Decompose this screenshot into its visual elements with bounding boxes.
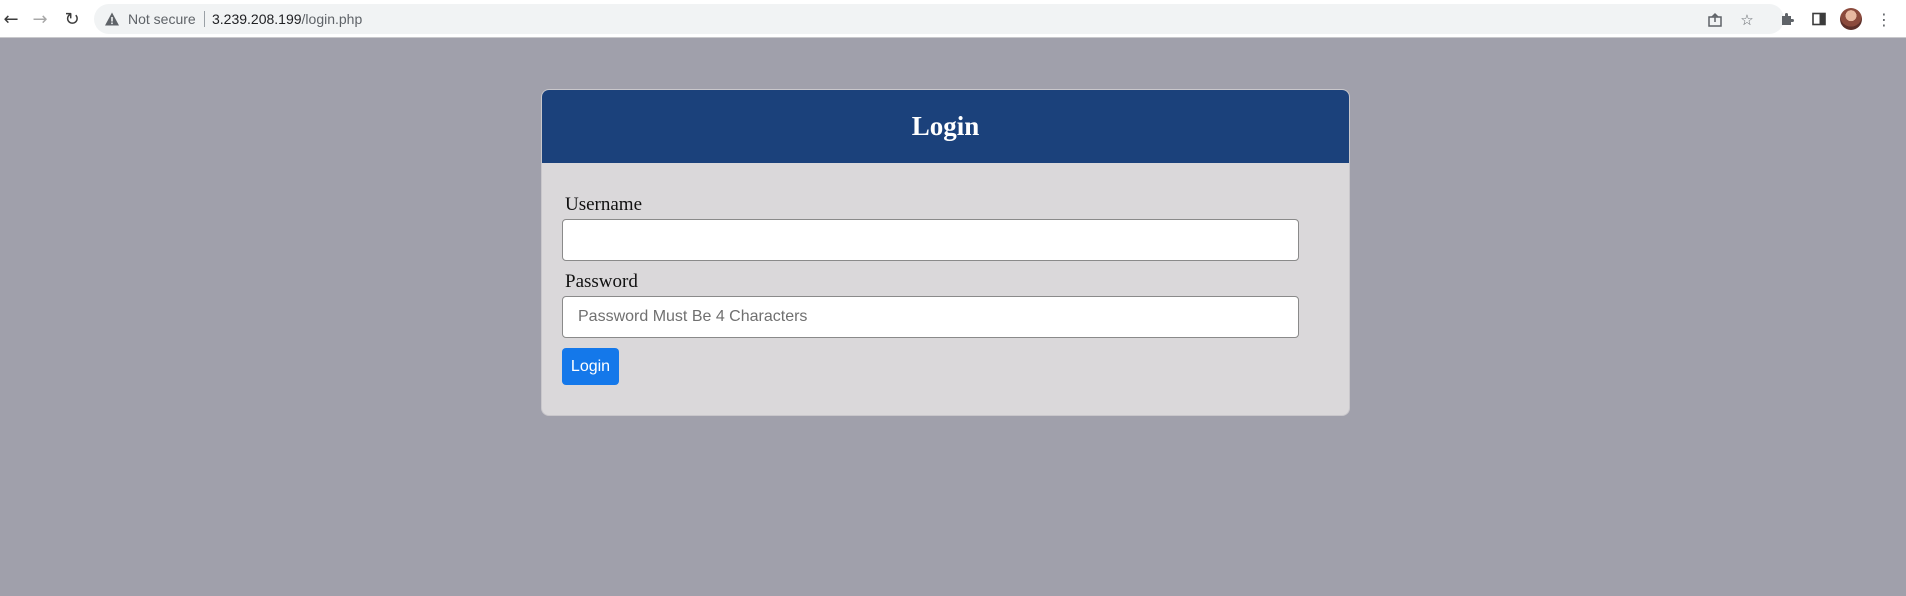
bookmark-star-icon[interactable]: ☆ xyxy=(1738,11,1756,29)
forward-arrow-icon[interactable]: → xyxy=(29,8,51,30)
browser-toolbar: ← → ↻ Not secure 3.239.208.199/login.php… xyxy=(0,0,1906,38)
login-button[interactable]: Login xyxy=(562,348,619,385)
username-label: Username xyxy=(565,194,643,215)
username-input[interactable] xyxy=(562,219,1299,261)
address-bar[interactable]: Not secure 3.239.208.199/login.php ☆ xyxy=(94,4,1784,34)
reload-icon[interactable]: ↻ xyxy=(61,8,83,30)
login-card-header: Login xyxy=(542,90,1349,163)
share-icon[interactable] xyxy=(1706,11,1724,29)
url-host: 3.239.208.199 xyxy=(212,11,302,27)
password-label: Password xyxy=(565,271,638,292)
extensions-puzzle-icon[interactable] xyxy=(1777,9,1797,29)
password-input[interactable] xyxy=(562,296,1299,338)
warning-icon[interactable] xyxy=(104,11,120,27)
side-panel-icon[interactable] xyxy=(1809,9,1829,29)
omnibox-divider xyxy=(204,11,205,27)
profile-avatar[interactable] xyxy=(1840,8,1862,30)
url-text[interactable]: 3.239.208.199/login.php xyxy=(212,11,362,27)
back-arrow-icon[interactable]: ← xyxy=(0,8,22,30)
more-menu-icon[interactable]: ⋮ xyxy=(1874,9,1894,29)
security-status-label[interactable]: Not secure xyxy=(128,11,196,27)
login-card: Login Username Password Login xyxy=(541,89,1350,416)
url-path: /login.php xyxy=(301,11,363,27)
login-title: Login xyxy=(911,111,980,141)
